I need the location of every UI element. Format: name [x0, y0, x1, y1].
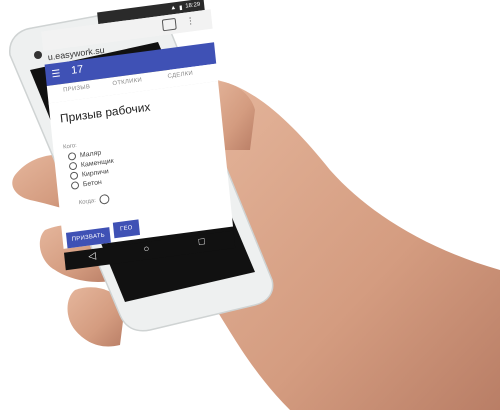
hamburger-menu-icon[interactable]: ☰: [51, 68, 61, 80]
who-label: Кого:: [62, 142, 78, 151]
option-concrete[interactable]: Бетон: [70, 178, 102, 190]
alarm-clock-icon[interactable]: [99, 193, 111, 205]
scene: ▲ ▮ 18:29 ⋮ u.easywork.su ☰ 17 ПРИЗЫВ ОТ…: [0, 0, 500, 410]
back-icon[interactable]: ◁: [88, 251, 97, 263]
radio-icon[interactable]: [69, 171, 79, 181]
phone-screen: ▲ ▮ 18:29 ⋮ u.easywork.su ☰ 17 ПРИЗЫВ ОТ…: [40, 0, 236, 282]
tab-call[interactable]: ПРИЗЫВ: [63, 84, 91, 93]
tab-deals[interactable]: СДЕЛКИ: [167, 71, 193, 80]
geo-button[interactable]: ГЕО: [112, 219, 141, 239]
recent-apps-icon[interactable]: □: [198, 236, 205, 247]
radio-icon[interactable]: [67, 151, 77, 161]
battery-icon: ▮: [178, 4, 183, 11]
call-form-card: Призыв рабочих Кого: Маляр Каменщик Кирп…: [48, 81, 234, 249]
tab-switcher-button[interactable]: [161, 17, 177, 32]
tab-responses[interactable]: ОТКЛИКИ: [112, 77, 142, 87]
app-title: 17: [70, 63, 84, 77]
radio-icon[interactable]: [70, 181, 80, 190]
more-menu-icon[interactable]: ⋮: [185, 15, 195, 27]
form-title: Призыв рабочих: [59, 99, 151, 126]
when-label: Когда:: [78, 193, 111, 208]
front-camera-icon: [34, 51, 42, 59]
home-icon[interactable]: ○: [143, 244, 150, 255]
signal-icon: ▲: [170, 5, 177, 12]
radio-icon[interactable]: [68, 161, 78, 171]
status-time: 18:29: [185, 1, 201, 10]
